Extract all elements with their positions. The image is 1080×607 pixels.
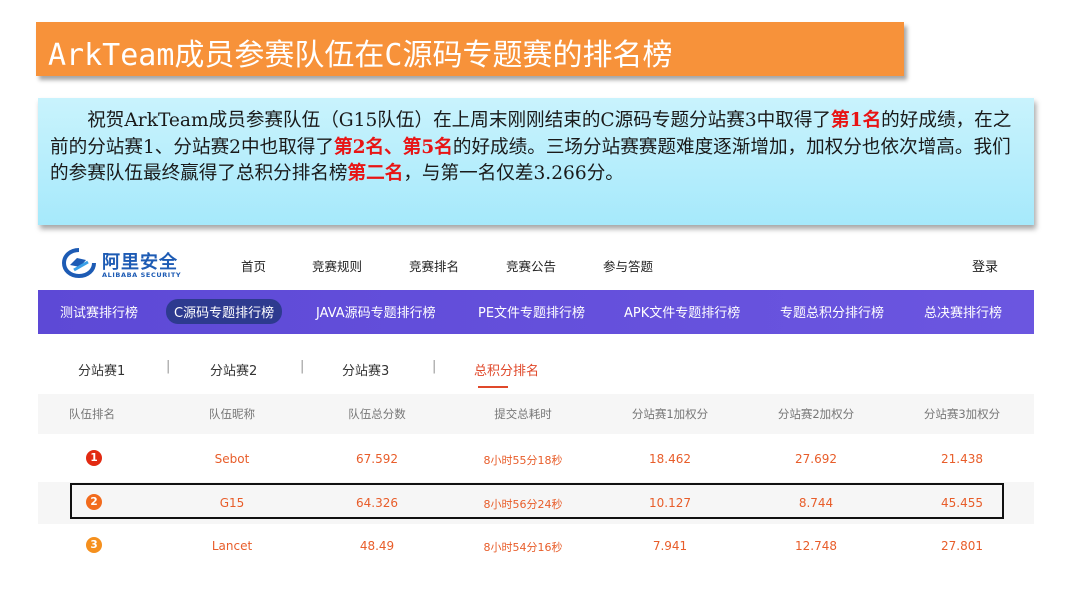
round3-score: 27.801	[941, 539, 983, 553]
highlight-previous-places: 第2名、第5名	[333, 136, 453, 158]
round3-score: 45.455	[941, 496, 983, 510]
round2-score: 27.692	[795, 452, 837, 466]
active-tab-underline	[478, 386, 508, 388]
tab-c-source-ranking[interactable]: C源码专题排行榜	[166, 299, 283, 324]
rank-badge: 1	[86, 450, 102, 466]
rank-badge: 3	[86, 537, 102, 553]
round3-score: 21.438	[941, 452, 983, 466]
header-team-name: 队伍昵称	[209, 407, 255, 421]
leaderboard-site: 阿里安全 ALIBABA SECURITY 首页 竞赛规则 竞赛排名 竞赛公告 …	[38, 236, 1034, 576]
tab-test-ranking[interactable]: 测试赛排行榜	[60, 302, 138, 321]
description-text-1: 祝贺ArkTeam成员参赛队伍（G15队伍）在上周末刚刚结束的C源码专题分站赛3…	[87, 110, 832, 131]
nav-rules[interactable]: 竞赛规则	[312, 256, 362, 275]
subtab-divider: |	[166, 359, 171, 374]
header-round2-weighted: 分站赛2加权分	[777, 407, 855, 421]
subtab-divider: |	[432, 359, 437, 374]
round1-score: 10.127	[649, 496, 691, 510]
tab-java-source-ranking[interactable]: JAVA源码专题排行榜	[316, 302, 436, 321]
round2-score: 8.744	[798, 496, 834, 510]
tab-apk-file-ranking[interactable]: APK文件专题排行榜	[624, 302, 740, 321]
table-row[interactable]: 1 Sebot 67.592 8小时55分18秒 18.462 27.692 2…	[38, 438, 1034, 480]
alibaba-security-logo-icon	[62, 248, 96, 278]
nav-notice[interactable]: 竞赛公告	[506, 256, 556, 275]
total-score: 67.592	[356, 452, 398, 466]
header-round1-weighted: 分站赛1加权分	[631, 407, 709, 421]
header-round3-weighted: 分站赛3加权分	[923, 407, 1001, 421]
header-rank: 队伍排名	[69, 407, 115, 421]
subtab-round-1[interactable]: 分站赛1	[78, 360, 125, 379]
subtab-round-3[interactable]: 分站赛3	[342, 360, 389, 379]
team-name: G15	[219, 496, 245, 510]
subtab-round-2[interactable]: 分站赛2	[210, 360, 257, 379]
site-logo[interactable]: 阿里安全 ALIBABA SECURITY	[62, 248, 212, 280]
highlight-first-place: 第1名	[831, 110, 882, 131]
slide-title: ArkTeam成员参赛队伍在C源码专题赛的排名榜	[48, 38, 673, 73]
nav-home[interactable]: 首页	[241, 256, 266, 275]
top-navigation: 阿里安全 ALIBABA SECURITY 首页 竞赛规则 竞赛排名 竞赛公告 …	[38, 236, 1034, 290]
tab-finals-ranking[interactable]: 总决赛排行榜	[924, 302, 1002, 321]
team-name: Lancet	[211, 539, 253, 553]
total-time: 8小时54分16秒	[483, 541, 563, 554]
description-paragraph: 祝贺ArkTeam成员参赛队伍（G15队伍）在上周末刚刚结束的C源码专题分站赛3…	[50, 108, 1022, 188]
table-row[interactable]: 2 G15 64.326 8小时56分24秒 10.127 8.744 45.4…	[38, 482, 1034, 524]
round1-score: 18.462	[649, 452, 691, 466]
table-header: 队伍排名 队伍昵称 队伍总分数 提交总耗时 分站赛1加权分 分站赛2加权分 分站…	[38, 394, 1034, 434]
total-time: 8小时56分24秒	[483, 498, 563, 511]
table-row[interactable]: 3 Lancet 48.49 8小时54分16秒 7.941 12.748 27…	[38, 525, 1034, 567]
subtab-divider: |	[300, 359, 305, 374]
round2-score: 12.748	[795, 539, 837, 553]
subtab-total-points[interactable]: 总积分排名	[474, 360, 539, 379]
category-bar: 测试赛排行榜 C源码专题排行榜 JAVA源码专题排行榜 PE文件专题排行榜 AP…	[38, 290, 1034, 334]
login-link[interactable]: 登录	[972, 256, 998, 275]
description-box: 祝贺ArkTeam成员参赛队伍（G15队伍）在上周末刚刚结束的C源码专题分站赛3…	[38, 98, 1034, 225]
total-time: 8小时55分18秒	[483, 454, 563, 467]
slide-title-banner: ArkTeam成员参赛队伍在C源码专题赛的排名榜	[36, 22, 904, 76]
tab-total-points-ranking[interactable]: 专题总积分排行榜	[780, 302, 884, 321]
team-name: Sebot	[214, 452, 250, 466]
highlight-second-overall: 第二名	[347, 163, 404, 184]
logo-subtext: ALIBABA SECURITY	[102, 271, 182, 279]
header-total-score: 队伍总分数	[348, 407, 406, 421]
nav-qa[interactable]: 参与答题	[603, 256, 653, 275]
description-text-4: ，与第一名仅差3.266分。	[403, 163, 624, 184]
total-score: 64.326	[356, 496, 398, 510]
total-score: 48.49	[359, 539, 395, 553]
tab-pe-file-ranking[interactable]: PE文件专题排行榜	[478, 302, 585, 321]
nav-ranking[interactable]: 竞赛排名	[409, 256, 459, 275]
sub-tabs: 分站赛1 | 分站赛2 | 分站赛3 | 总积分排名	[38, 334, 1034, 394]
rank-badge: 2	[86, 494, 102, 510]
header-total-time: 提交总耗时	[494, 407, 552, 421]
round1-score: 7.941	[652, 539, 688, 553]
